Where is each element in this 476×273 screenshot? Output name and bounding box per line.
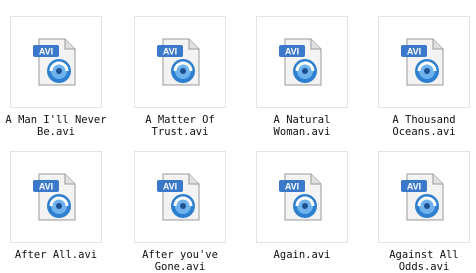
svg-text:AVI: AVI [163, 182, 177, 192]
file-name-line: A Man I'll Never [5, 114, 107, 126]
avi-file-icon: AVI [157, 173, 200, 221]
avi-file-thumbnail[interactable]: AVI [378, 151, 470, 243]
avi-file-icon: AVI [33, 173, 76, 221]
file-name-line: After All.avi [14, 249, 98, 261]
file-name-line: A Thousand [392, 114, 456, 126]
file-name-label: After All.avi [0, 249, 112, 261]
avi-file-thumbnail[interactable]: AVI [134, 151, 226, 243]
svg-text:AVI: AVI [39, 47, 53, 57]
avi-file-icon: AVI [401, 38, 444, 86]
svg-text:AVI: AVI [407, 47, 421, 57]
avi-file-thumbnail[interactable]: AVI [134, 16, 226, 108]
file-item[interactable]: AVI A Thousand Oceans.avi [368, 0, 476, 138]
avi-file-thumbnail[interactable]: AVI [378, 16, 470, 108]
avi-file-icon: AVI [279, 173, 322, 221]
avi-file-icon: AVI [279, 38, 322, 86]
avi-file-icon: AVI [33, 38, 76, 86]
file-item[interactable]: AVI A Natural Woman.avi [246, 0, 366, 138]
file-name-line: Gone.avi [154, 261, 206, 273]
file-name-line: Against All Odds.avi [389, 249, 459, 273]
file-item[interactable]: AVI After you've Gone.avi [124, 135, 244, 273]
avi-file-icon: AVI [401, 173, 444, 221]
file-item[interactable]: AVI After All.avi [0, 135, 120, 265]
file-name-label: Again.avi [246, 249, 358, 261]
file-item[interactable]: AVI Again.avi [246, 135, 366, 265]
file-item[interactable]: AVI A Man I'll Never Be.avi [0, 0, 120, 138]
file-grid: AVI A Man I'll Never Be.avi AVI A Matter… [0, 0, 476, 273]
svg-text:AVI: AVI [163, 47, 177, 57]
file-item[interactable]: AVI A Matter Of Trust.avi [124, 0, 244, 138]
svg-text:AVI: AVI [407, 182, 421, 192]
svg-text:AVI: AVI [39, 182, 53, 192]
file-item[interactable]: AVI Against All Odds.avi [368, 135, 476, 273]
avi-file-thumbnail[interactable]: AVI [256, 151, 348, 243]
file-name-line: After you've [142, 249, 218, 261]
file-name-label: Against All Odds.avi [368, 249, 476, 273]
file-name-line: A Matter Of [145, 114, 215, 126]
avi-file-thumbnail[interactable]: AVI [10, 151, 102, 243]
avi-file-icon: AVI [157, 38, 200, 86]
svg-text:AVI: AVI [285, 182, 299, 192]
svg-text:AVI: AVI [285, 47, 299, 57]
file-name-line: Again.avi [273, 249, 331, 261]
avi-file-thumbnail[interactable]: AVI [10, 16, 102, 108]
file-name-label: After you've Gone.avi [124, 249, 236, 273]
avi-file-thumbnail[interactable]: AVI [256, 16, 348, 108]
